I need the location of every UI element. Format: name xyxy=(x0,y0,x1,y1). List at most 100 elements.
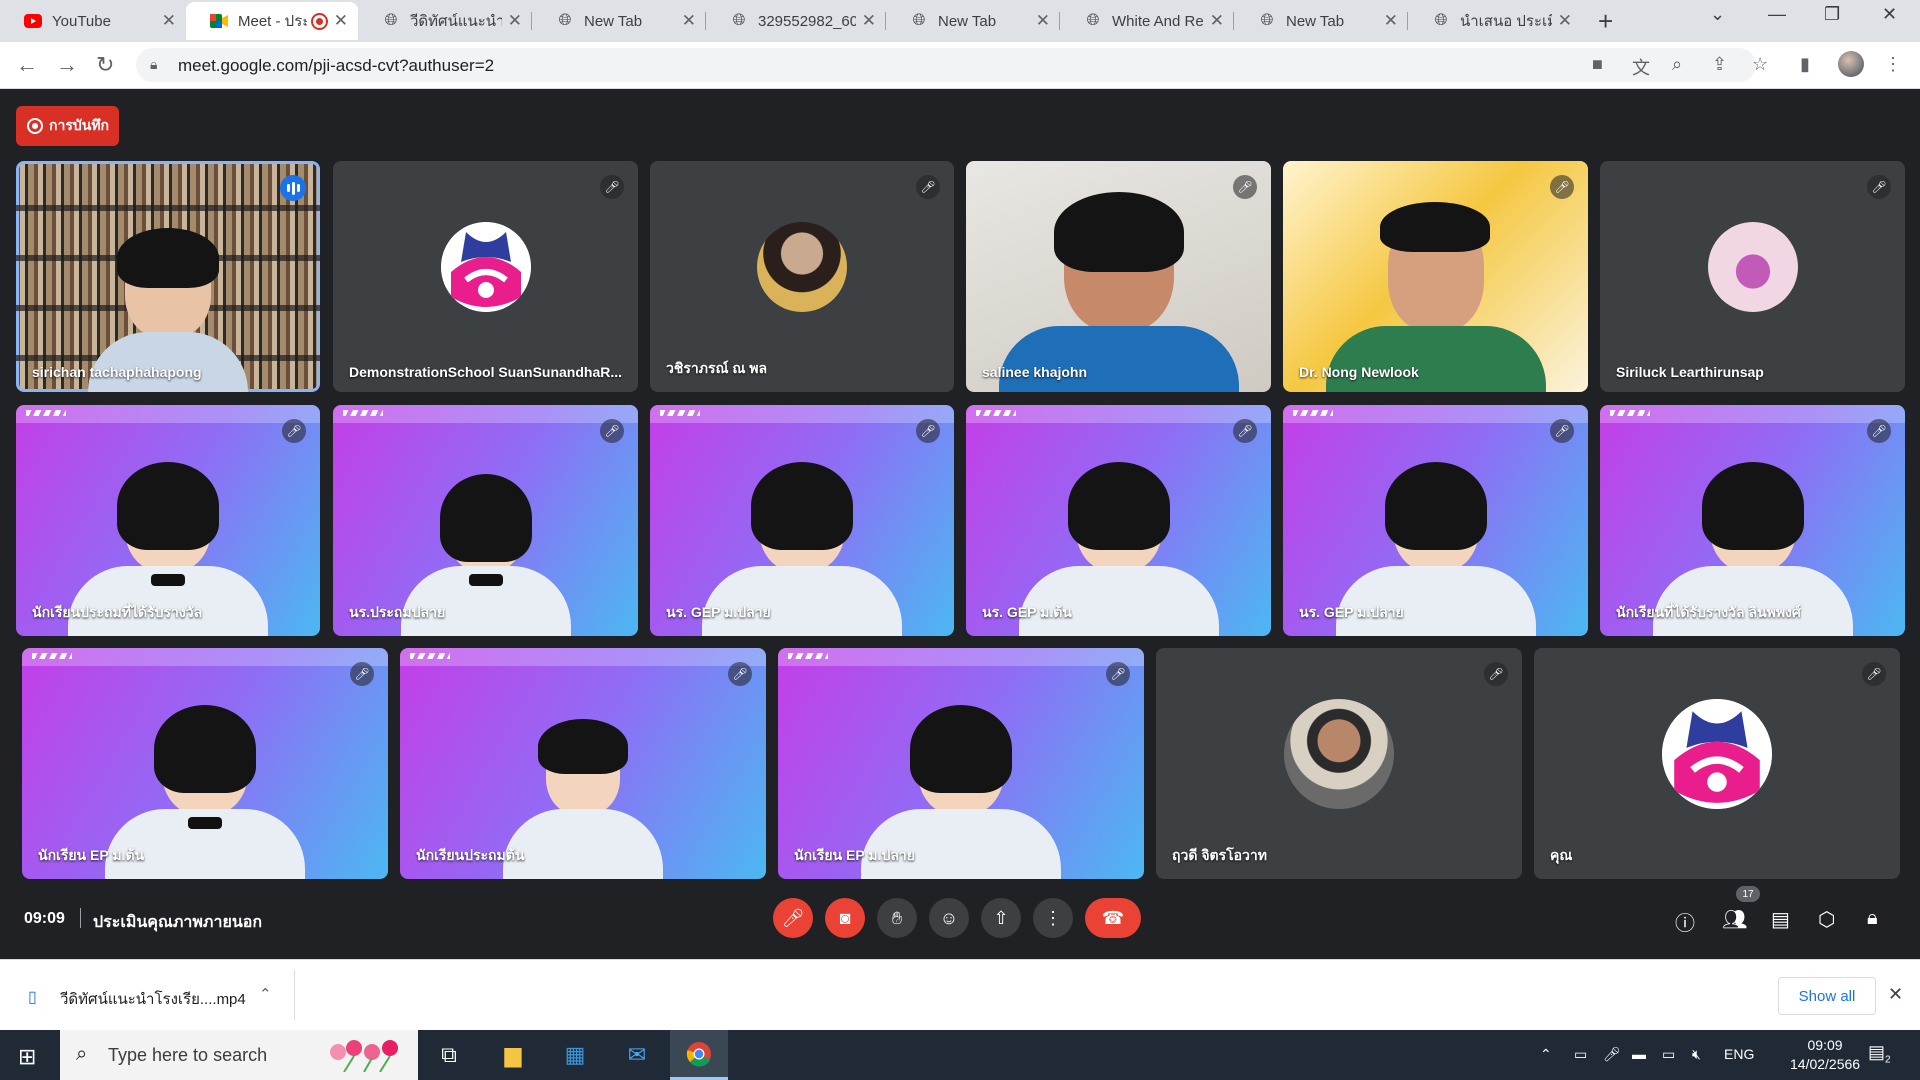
tab-title: 329552982_60 xyxy=(758,12,856,30)
participant-tile[interactable]: sirichan tachaphahapong xyxy=(16,161,320,392)
new-tab-button[interactable]: + xyxy=(1598,6,1613,37)
participant-tile[interactable]: 🎤︎ salinee khajohn xyxy=(966,161,1271,392)
close-tab-icon[interactable]: ✕ xyxy=(682,11,696,31)
close-tab-icon[interactable]: ✕ xyxy=(162,11,176,31)
meet-tray-icon[interactable]: ▭ xyxy=(1574,1046,1587,1063)
more-options-button[interactable]: ⋮ xyxy=(1033,898,1073,938)
participant-tile[interactable]: 🎤︎ นักเรียน EP ม.ต้น xyxy=(22,648,388,879)
raise-hand-button[interactable]: ✋︎ xyxy=(877,898,917,938)
close-tab-icon[interactable]: ✕ xyxy=(334,11,348,31)
address-bar[interactable]: 🔒︎ meet.google.com/pji-acsd-cvt?authuser… xyxy=(136,48,1756,82)
meeting-info-icon[interactable]: ⓘ xyxy=(1675,907,1695,936)
tab-title: New Tab xyxy=(1286,12,1345,30)
camera-toggle-button[interactable]: ◙ xyxy=(825,898,865,938)
mic-icon[interactable]: 🎤︎ xyxy=(1603,1046,1621,1063)
tab-title: นำเสนอ ประเมิน xyxy=(1460,13,1552,30)
camera-blocked-icon[interactable]: ■ xyxy=(1592,54,1603,75)
participant-tile[interactable]: 🎤︎ วชิราภรณ์ ณ พล xyxy=(650,161,954,392)
back-icon[interactable]: ← xyxy=(16,52,38,78)
tab-youtube[interactable]: YouTube ✕ xyxy=(0,2,186,40)
tab-meet[interactable]: Meet - ประ ✕ xyxy=(186,2,358,40)
participant-tile[interactable]: 🎤︎ นักเรียนประถมต้น xyxy=(400,648,766,879)
profile-avatar[interactable] xyxy=(1838,51,1864,77)
tab-title: New Tab xyxy=(938,12,997,30)
file-icon: ▯ xyxy=(28,989,37,1006)
input-language[interactable]: ENG xyxy=(1724,1046,1754,1062)
forward-icon[interactable]: → xyxy=(56,52,78,78)
tab-presentation[interactable]: 🌐︎ นำเสนอ ประเมิน ✕ xyxy=(1408,2,1582,40)
participant-name: นักเรียน EP ม.ต้น xyxy=(38,847,145,863)
tab-white-and-red[interactable]: 🌐︎ White And Re ✕ xyxy=(1060,2,1234,40)
close-icon[interactable]: ✕ xyxy=(1888,984,1903,1005)
emoji-icon: ☺ xyxy=(939,907,959,928)
notifications-icon[interactable]: ▤2 xyxy=(1868,1042,1891,1066)
network-icon[interactable]: ▭ xyxy=(1662,1046,1675,1063)
participant-tile[interactable]: 🎤︎ นักเรียนที่ได้รับรางวัล ลินพพงศ์ xyxy=(1600,405,1905,636)
participant-tile[interactable]: 🎤︎ นักเรียน EP ม.ปลาย xyxy=(778,648,1144,879)
participant-tile[interactable]: 🎤︎ Siriluck Learthirunsap xyxy=(1600,161,1905,392)
mic-toggle-button[interactable]: 🎤︎ xyxy=(773,898,813,938)
minimize-icon[interactable]: — xyxy=(1768,4,1786,25)
restore-icon[interactable]: ❐ xyxy=(1824,4,1840,25)
participant-tile[interactable]: 🎤︎ DemonstrationSchool SuanSunandhaR... xyxy=(333,161,638,392)
chevron-up-icon[interactable]: ⌃ xyxy=(259,985,272,1003)
windows-start-icon[interactable]: ⊞ xyxy=(18,1044,36,1070)
file-explorer-icon[interactable]: ▆ xyxy=(484,1030,542,1080)
participant-tile[interactable]: 🎤︎ นักเรียนประถมที่ได้รับรางวัล xyxy=(16,405,320,636)
participant-tile[interactable]: 🎤︎ Dr. Nong Newlook xyxy=(1283,161,1588,392)
reactions-button[interactable]: ☺ xyxy=(929,898,969,938)
taskbar-search[interactable]: ⌕ Type here to search xyxy=(60,1030,418,1080)
share-icon[interactable]: ⇪ xyxy=(1712,54,1727,75)
people-icon[interactable]: 👥︎ xyxy=(1722,907,1747,932)
volume-muted-icon[interactable]: 🔇︎ xyxy=(1692,1046,1701,1063)
tab-video[interactable]: 🌐︎ วีดิทัศน์แนะนำโร ✕ xyxy=(358,2,532,40)
mail-icon[interactable]: ✉ xyxy=(608,1030,666,1080)
search-placeholder: Type here to search xyxy=(108,1045,268,1065)
close-tab-icon[interactable]: ✕ xyxy=(1558,11,1572,31)
chevron-up-icon[interactable]: ⌃ xyxy=(1540,1046,1552,1063)
store-icon[interactable]: ▦ xyxy=(546,1030,604,1080)
mic-off-icon: 🎤︎ xyxy=(350,662,374,686)
tab-new-2[interactable]: 🌐︎ New Tab ✕ xyxy=(886,2,1060,40)
lock-icon[interactable]: 🔒︎ xyxy=(150,56,157,73)
tab-new-3[interactable]: 🌐︎ New Tab ✕ xyxy=(1234,2,1408,40)
close-tab-icon[interactable]: ✕ xyxy=(508,11,522,31)
close-tab-icon[interactable]: ✕ xyxy=(1210,11,1224,31)
tab-image[interactable]: 🌐︎ 329552982_60 ✕ xyxy=(706,2,886,40)
close-tab-icon[interactable]: ✕ xyxy=(1384,11,1398,31)
recording-badge[interactable]: การบันทึก xyxy=(16,106,119,146)
system-clock[interactable]: 09:09 14/02/2566 xyxy=(1790,1036,1860,1074)
participant-name: Siriluck Learthirunsap xyxy=(1616,364,1764,380)
chat-icon[interactable]: ▤ xyxy=(1771,907,1790,932)
participant-tile[interactable]: 🎤︎ นร.ประถมปลาย xyxy=(333,405,638,636)
download-filename[interactable]: วีดิทัศน์แนะนำโรงเรีย....mp4 xyxy=(60,987,246,1011)
zoom-icon[interactable]: ⌕ xyxy=(1672,54,1682,75)
bookmark-star-icon[interactable]: ☆ xyxy=(1752,54,1768,75)
translate-icon[interactable]: 文 xyxy=(1632,54,1650,80)
camera-off-icon: ◙ xyxy=(839,907,851,928)
close-tab-icon[interactable]: ✕ xyxy=(1036,11,1050,31)
participant-name: นร. GEP ม.ต้น xyxy=(982,604,1072,620)
participant-tile[interactable]: 🎤︎ นร. GEP ม.ต้น xyxy=(966,405,1271,636)
participant-tile[interactable]: 🎤︎ นร. GEP ม.ปลาย xyxy=(650,405,954,636)
battery-icon[interactable]: ▬ xyxy=(1632,1046,1646,1062)
participant-tile[interactable]: 🎤︎ ฤวดี จิตรโอวาท xyxy=(1156,648,1522,879)
close-tab-icon[interactable]: ✕ xyxy=(862,11,876,31)
menu-icon[interactable]: ⋮ xyxy=(1884,54,1902,75)
leave-call-button[interactable]: ☎︎ xyxy=(1085,898,1141,938)
show-all-button[interactable]: Show all xyxy=(1778,977,1876,1015)
activities-icon[interactable]: ⬡ xyxy=(1818,907,1835,932)
tab-new-1[interactable]: 🌐︎ New Tab ✕ xyxy=(532,2,706,40)
chrome-icon[interactable] xyxy=(670,1030,728,1080)
url-text[interactable]: meet.google.com/pji-acsd-cvt?authuser=2 xyxy=(178,56,494,76)
participant-name: นักเรียน EP ม.ปลาย xyxy=(794,847,915,863)
present-button[interactable]: ⇧ xyxy=(981,898,1021,938)
tab-search-icon[interactable]: ⌄ xyxy=(1710,4,1725,25)
task-view-icon[interactable]: ⧉ xyxy=(420,1030,478,1080)
participant-tile[interactable]: 🎤︎ คุณ xyxy=(1534,648,1900,879)
participant-tile[interactable]: 🎤︎ นร. GEP ม.ปลาย xyxy=(1283,405,1588,636)
side-panel-icon[interactable]: ▮ xyxy=(1800,54,1810,75)
host-controls-icon[interactable]: 🔒︎ xyxy=(1867,907,1878,930)
reload-icon[interactable]: ↻ xyxy=(96,52,114,78)
close-window-icon[interactable]: ✕ xyxy=(1882,4,1897,25)
